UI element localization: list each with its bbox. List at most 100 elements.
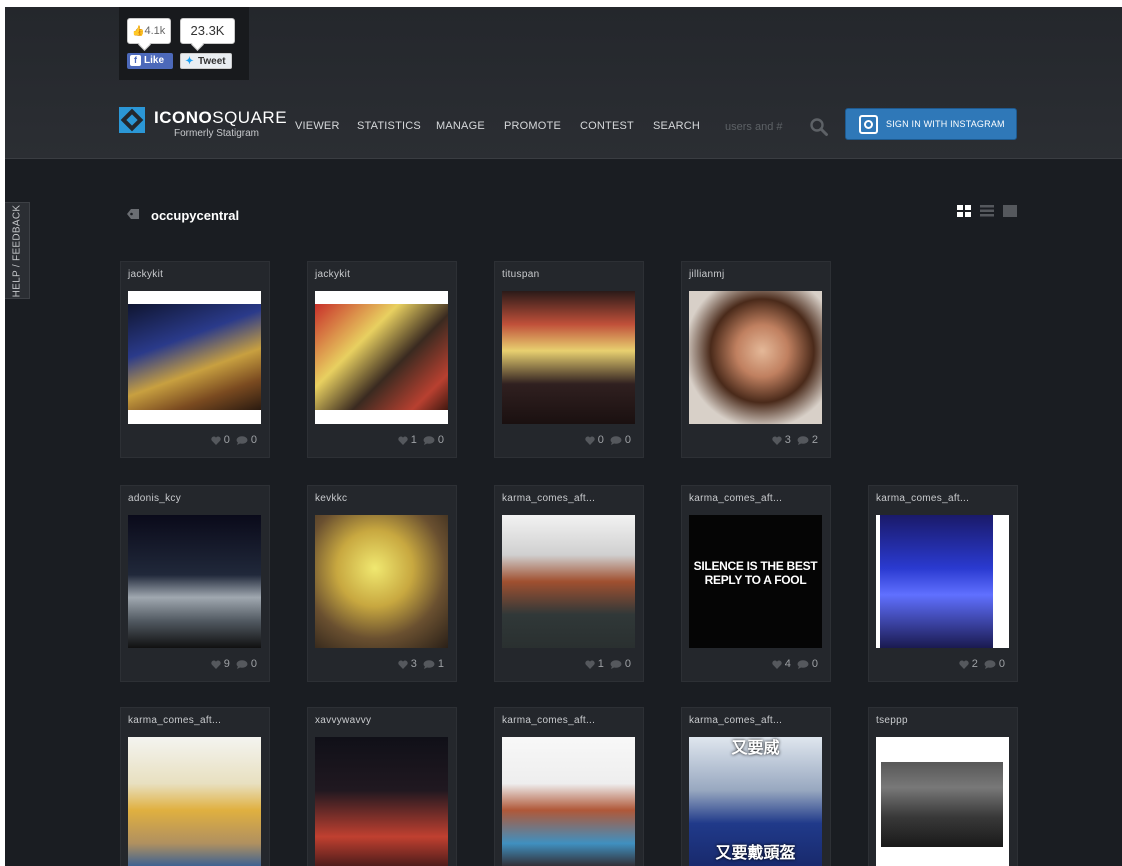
post-username[interactable]: karma_comes_aft...	[502, 493, 595, 504]
logo-wordmark: ICONOSQUARE	[154, 108, 288, 127]
post-photo[interactable]	[315, 737, 448, 866]
post-card[interactable]: karma_comes_aft... SILENCE IS THE BEST REP…	[681, 485, 831, 682]
comment-icon[interactable]	[236, 659, 248, 669]
like-count: 4	[784, 658, 791, 671]
post-card[interactable]: karma_comes_aft... 2 0	[868, 485, 1018, 682]
post-card[interactable]: jackykit 0 0	[120, 261, 270, 458]
iconosquare-logo[interactable]: ICONOSQUARE Formerly Statigram	[119, 105, 287, 145]
post-username[interactable]: karma_comes_aft...	[128, 715, 221, 726]
comment-count: 0	[624, 434, 631, 447]
post-username[interactable]: karma_comes_aft...	[876, 493, 969, 504]
post-card[interactable]: xavvywavvy	[307, 707, 457, 866]
like-count: 0	[223, 434, 230, 447]
comment-icon[interactable]	[610, 659, 622, 669]
heart-icon[interactable]	[585, 436, 595, 445]
poster-line: SILENCE IS THE BEST	[693, 559, 818, 573]
post-photo[interactable]	[502, 291, 635, 424]
comment-icon[interactable]	[423, 435, 435, 445]
sign-in-label: SIGN IN WITH INSTAGRAM	[886, 119, 1005, 129]
post-username[interactable]: tseppp	[876, 715, 908, 726]
like-count: 2	[971, 658, 978, 671]
list-view-icon[interactable]	[980, 205, 994, 217]
facebook-like-label: Like	[144, 55, 165, 66]
facebook-like-button[interactable]: f Like	[127, 53, 173, 69]
facebook-icon: f	[130, 55, 141, 66]
site-header: 👍4.1k 23.3K f Like ✦ Tweet ICONOSQUARE F…	[5, 7, 1122, 159]
post-photo[interactable]	[876, 737, 1009, 866]
post-photo[interactable]	[315, 515, 448, 648]
nav-viewer[interactable]: VIEWER	[295, 120, 340, 132]
post-card[interactable]: karma_comes_aft... 又要威 又要戴頭盔	[681, 707, 831, 866]
post-card[interactable]: jillianmj 3 2	[681, 261, 831, 458]
nav-search[interactable]: SEARCH	[653, 120, 700, 132]
post-photo[interactable]	[315, 291, 448, 424]
heart-icon[interactable]	[772, 436, 782, 445]
post-photo[interactable]	[128, 291, 261, 424]
post-username[interactable]: xavvywavvy	[315, 715, 371, 726]
nav-manage[interactable]: MANAGE	[436, 120, 485, 132]
heart-icon[interactable]	[772, 660, 782, 669]
post-photo[interactable]	[689, 291, 822, 424]
post-card[interactable]: tseppp	[868, 707, 1018, 866]
post-photo[interactable]: 又要威 又要戴頭盔	[689, 737, 822, 866]
post-username[interactable]: adonis_kcy	[128, 493, 181, 504]
post-username[interactable]: jackykit	[315, 269, 350, 280]
grid-view-icon[interactable]	[957, 205, 971, 217]
nav-promote[interactable]: PROMOTE	[504, 120, 561, 132]
like-count: 4.1k	[144, 25, 166, 37]
post-stats: 90	[211, 658, 257, 670]
hashtag-title: occupycentral	[151, 208, 240, 223]
post-stats: 40	[772, 658, 818, 670]
poster-line: REPLY TO A FOOL	[704, 573, 807, 587]
post-card[interactable]: karma_comes_aft...	[120, 707, 270, 866]
help-feedback-label: HELP / FEEDBACK	[11, 204, 23, 298]
post-stats: 20	[959, 658, 1005, 670]
post-card[interactable]: tituspan 0 0	[494, 261, 644, 458]
post-card[interactable]: karma_comes_aft... 1 0	[494, 485, 644, 682]
nav-statistics[interactable]: STATISTICS	[357, 120, 421, 132]
post-card[interactable]: kevkkc 3 1	[307, 485, 457, 682]
search-icon[interactable]	[809, 117, 829, 137]
post-card[interactable]: karma_comes_aft...	[494, 707, 644, 866]
sign-in-with-instagram-button[interactable]: SIGN IN WITH INSTAGRAM	[845, 108, 1017, 140]
heart-icon[interactable]	[211, 436, 221, 445]
heart-icon[interactable]	[211, 660, 221, 669]
post-username[interactable]: karma_comes_aft...	[502, 715, 595, 726]
comment-count: 0	[811, 658, 818, 671]
comment-icon[interactable]	[984, 659, 996, 669]
post-stats: 31	[398, 658, 444, 670]
post-photo[interactable]: SILENCE IS THE BEST REPLY TO A FOOL	[689, 515, 822, 648]
tweet-button[interactable]: ✦ Tweet	[180, 53, 232, 69]
single-view-icon[interactable]	[1003, 205, 1017, 217]
post-username[interactable]: karma_comes_aft...	[689, 493, 782, 504]
comment-count: 0	[998, 658, 1005, 671]
post-photo[interactable]	[128, 737, 261, 866]
post-card[interactable]: adonis_kcy 9 0	[120, 485, 270, 682]
help-feedback-tab[interactable]: HELP / FEEDBACK	[5, 202, 30, 299]
post-username[interactable]: tituspan	[502, 269, 539, 280]
comment-icon[interactable]	[236, 435, 248, 445]
post-username[interactable]: jillianmj	[689, 269, 724, 280]
search-input[interactable]	[725, 118, 803, 136]
comment-icon[interactable]	[423, 659, 435, 669]
post-username[interactable]: kevkkc	[315, 493, 347, 504]
heart-icon[interactable]	[398, 660, 408, 669]
nav-contest[interactable]: CONTEST	[580, 120, 634, 132]
tweet-count-bubble: 23.3K	[180, 18, 235, 44]
post-photo[interactable]	[876, 515, 1009, 648]
post-photo[interactable]	[502, 515, 635, 648]
comment-icon[interactable]	[610, 435, 622, 445]
heart-icon[interactable]	[959, 660, 969, 669]
comment-count: 0	[250, 658, 257, 671]
comment-icon[interactable]	[797, 435, 809, 445]
heart-icon[interactable]	[398, 436, 408, 445]
comment-count: 0	[624, 658, 631, 671]
post-stats: 32	[772, 434, 818, 446]
heart-icon[interactable]	[585, 660, 595, 669]
post-photo[interactable]	[502, 737, 635, 866]
comment-icon[interactable]	[797, 659, 809, 669]
post-username[interactable]: jackykit	[128, 269, 163, 280]
post-username[interactable]: karma_comes_aft...	[689, 715, 782, 726]
post-photo[interactable]	[128, 515, 261, 648]
post-card[interactable]: jackykit 1 0	[307, 261, 457, 458]
